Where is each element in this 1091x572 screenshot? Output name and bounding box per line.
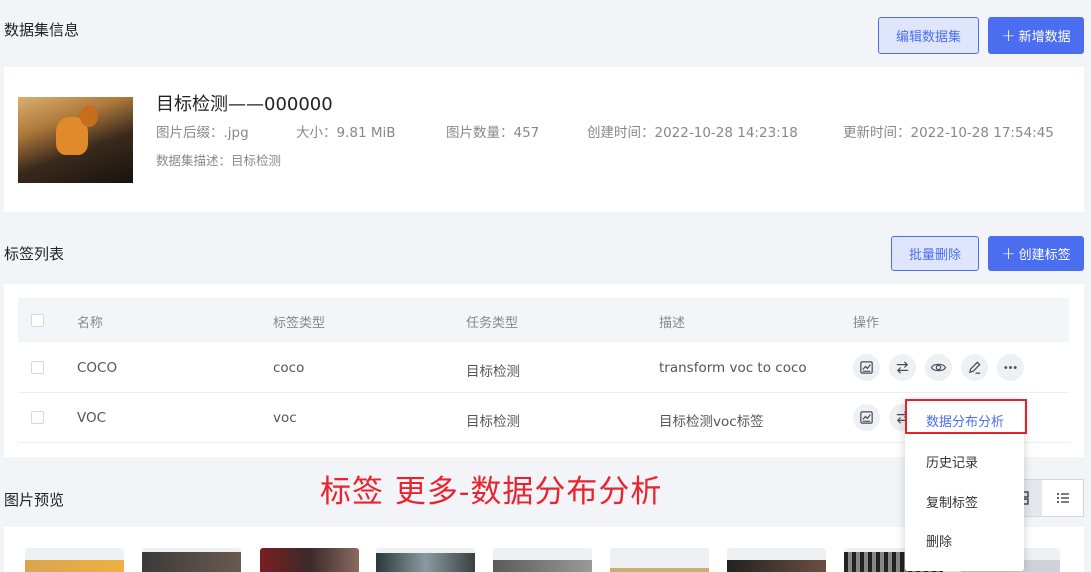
cell-label-type: voc [273, 410, 297, 426]
meta-suffix: 图片后缀：.jpg [156, 121, 249, 141]
row-checkbox[interactable] [31, 411, 44, 424]
cell-task-type: 目标检测 [466, 414, 520, 430]
edit-dataset-button[interactable]: 编辑数据集 [878, 17, 979, 54]
edit-dataset-label: 编辑数据集 [895, 30, 961, 45]
suffix-value: .jpg [223, 125, 249, 141]
dataset-name: 目标检测——000000 [156, 94, 333, 115]
cell-name: VOC [77, 410, 107, 426]
edit-icon[interactable] [961, 354, 988, 381]
row-checkbox[interactable] [31, 361, 44, 374]
updated-label: 更新时间： [843, 125, 911, 141]
more-icon[interactable] [997, 354, 1024, 381]
menu-item-copy-label[interactable]: 复制标签 [905, 482, 1024, 520]
preview-thumbnail[interactable] [493, 548, 592, 572]
preview-thumbnail[interactable] [142, 548, 241, 572]
preview-thumbnail[interactable] [727, 548, 826, 572]
suffix-label: 图片后缀： [156, 125, 224, 141]
cell-name: COCO [77, 360, 118, 376]
dataset-section-title: 数据集信息 [4, 21, 80, 39]
size-value: 9.81 MiB [336, 125, 396, 141]
list-view-icon[interactable] [1042, 480, 1083, 516]
cell-task-type: 目标检测 [466, 364, 520, 380]
count-label: 图片数量： [446, 125, 514, 141]
updated-value: 2022-10-28 17:54:45 [910, 125, 1054, 141]
meta-size: 大小：9.81 MiB [296, 121, 396, 141]
cell-label-type: coco [273, 360, 305, 376]
preview-thumbnail[interactable] [610, 548, 709, 572]
preview-thumbnail[interactable] [25, 548, 124, 572]
header-operations: 操作 [853, 316, 880, 331]
header-label-type: 标签类型 [273, 316, 326, 331]
count-value: 457 [513, 125, 540, 141]
header-name: 名称 [77, 316, 104, 331]
meta-updated: 更新时间：2022-10-28 17:54:45 [843, 121, 1054, 141]
created-value: 2022-10-28 14:23:18 [654, 125, 798, 141]
select-all-checkbox[interactable] [31, 314, 44, 327]
preview-thumbnail[interactable] [376, 548, 475, 572]
header-task-type: 任务类型 [466, 316, 519, 331]
highlight-box [905, 399, 1027, 434]
convert-icon[interactable] [889, 354, 916, 381]
annotation-text: 标签 更多-数据分布分析 [320, 474, 663, 510]
add-data-button[interactable]: + 新增数据 [988, 17, 1084, 54]
batch-delete-button[interactable]: 批量删除 [891, 236, 979, 271]
batch-delete-label: 批量删除 [908, 248, 961, 263]
menu-item-delete[interactable]: 删除 [905, 521, 1024, 559]
desc-value: 目标检测 [231, 153, 282, 168]
preview-section-title: 图片预览 [4, 491, 65, 509]
dataset-thumbnail[interactable] [18, 97, 133, 183]
menu-item-history[interactable]: 历史记录 [905, 442, 1024, 480]
chart-icon[interactable] [853, 404, 880, 431]
created-label: 创建时间： [587, 125, 655, 141]
table-row: COCO coco 目标检测 transform voc to coco [18, 343, 1069, 393]
desc-label: 数据集描述： [156, 153, 232, 168]
create-label-label: 创建标签 [1018, 248, 1071, 263]
meta-count: 图片数量：457 [446, 121, 539, 141]
cell-description: 目标检测voc标签 [659, 414, 764, 430]
plus-icon: + [1001, 243, 1016, 264]
chart-icon[interactable] [853, 354, 880, 381]
table-header: 名称 标签类型 任务类型 描述 操作 [18, 298, 1069, 342]
header-description: 描述 [659, 316, 686, 331]
create-label-button[interactable]: + 创建标签 [988, 236, 1084, 271]
label-section-title: 标签列表 [4, 245, 65, 263]
size-label: 大小： [296, 125, 337, 141]
preview-thumbnail[interactable] [260, 548, 359, 572]
plus-icon: + [1001, 25, 1016, 46]
dataset-description: 数据集描述：目标检测 [156, 150, 281, 169]
cell-description: transform voc to coco [659, 360, 807, 376]
eye-icon[interactable] [925, 354, 952, 381]
add-data-label: 新增数据 [1018, 30, 1071, 45]
meta-created: 创建时间：2022-10-28 14:23:18 [587, 121, 798, 141]
